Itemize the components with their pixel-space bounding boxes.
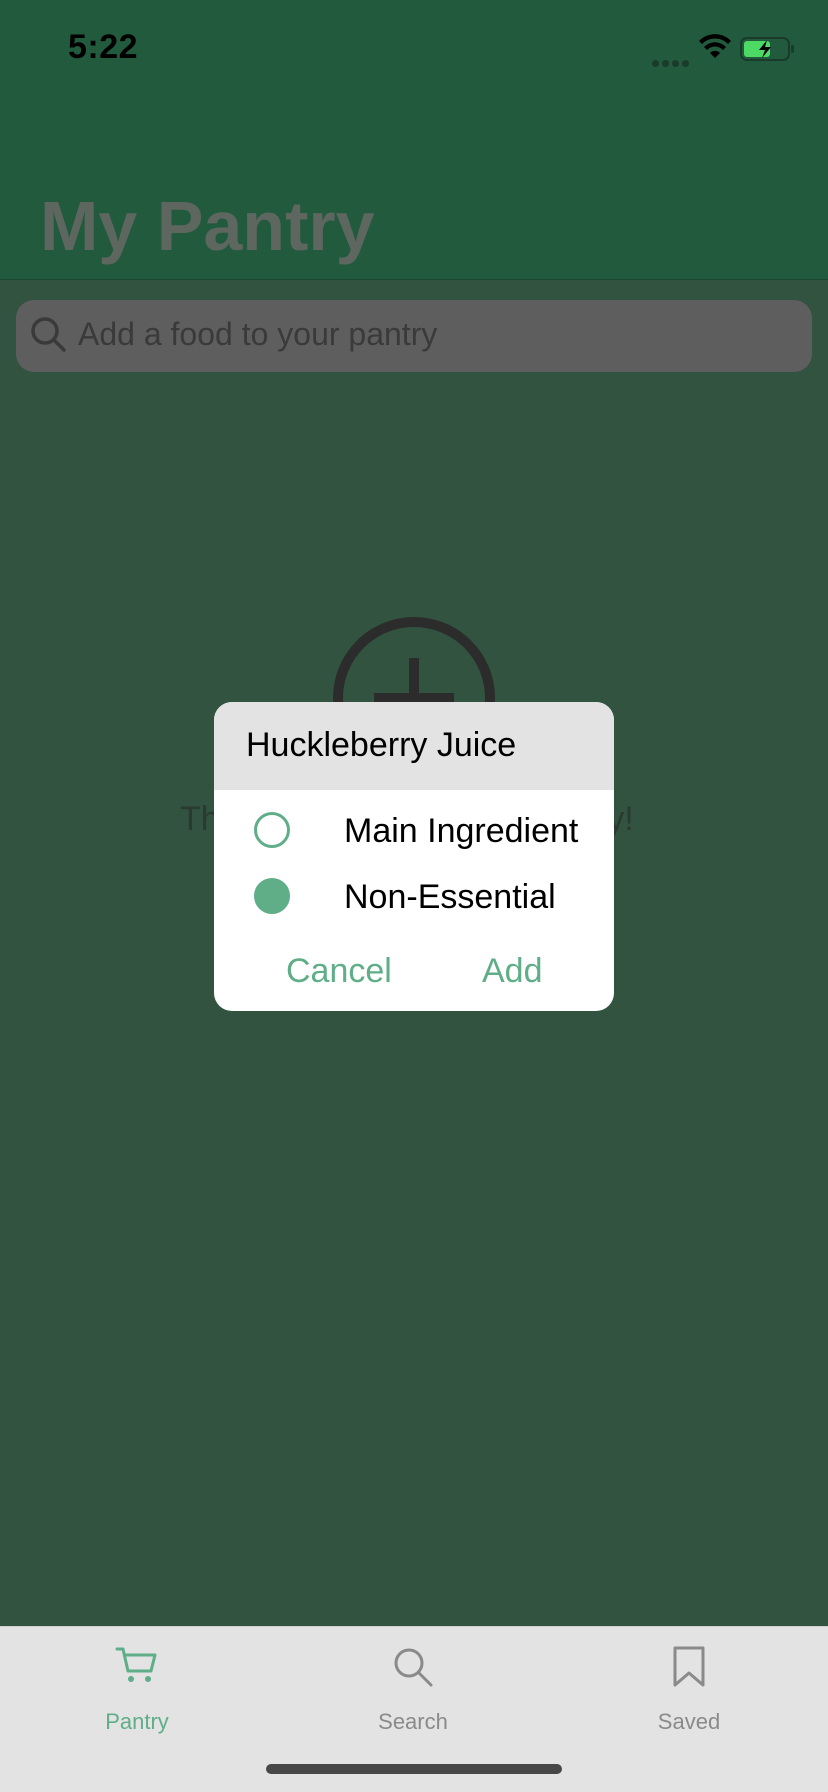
status-bar: 5:22 <box>0 0 828 100</box>
radio-unselected-icon[interactable] <box>254 812 290 848</box>
option-label: Non-Essential <box>344 878 556 916</box>
tab-saved[interactable]: Saved <box>589 1627 789 1747</box>
tab-label: Search <box>378 1709 448 1734</box>
dialog-actions: Cancel Add <box>214 946 614 1002</box>
home-indicator <box>266 1764 562 1774</box>
page-title: My Pantry <box>40 187 375 265</box>
status-time: 5:22 <box>68 28 139 66</box>
dialog-header: Huckleberry Juice <box>214 702 614 790</box>
cancel-button[interactable]: Cancel <box>286 952 392 991</box>
battery-charging-icon <box>740 36 796 67</box>
signal-icon <box>652 54 692 72</box>
dialog-title: Huckleberry Juice <box>246 726 517 764</box>
bookmark-icon <box>667 1645 711 1694</box>
tab-label: Saved <box>657 1709 721 1734</box>
search-icon <box>391 1645 435 1694</box>
option-label: Main Ingredient <box>344 812 579 850</box>
option-main-ingredient[interactable]: Main Ingredient <box>214 800 614 860</box>
option-non-essential[interactable]: Non-Essential <box>214 866 614 926</box>
add-food-dialog: Huckleberry Juice Main Ingredient Non-Es… <box>214 702 614 1011</box>
search-icon <box>30 316 68 359</box>
add-button[interactable]: Add <box>482 952 543 991</box>
wifi-icon <box>698 34 732 65</box>
tab-search[interactable]: Search <box>313 1627 513 1747</box>
cart-icon <box>115 1645 159 1690</box>
tab-pantry[interactable]: Pantry <box>37 1627 237 1747</box>
search-input[interactable]: Add a food to your pantry <box>78 316 437 353</box>
navigation-header: My Pantry <box>0 100 828 280</box>
tab-label: Pantry <box>105 1709 169 1734</box>
radio-selected-icon[interactable] <box>254 878 290 914</box>
search-bar[interactable]: Add a food to your pantry <box>16 300 812 372</box>
